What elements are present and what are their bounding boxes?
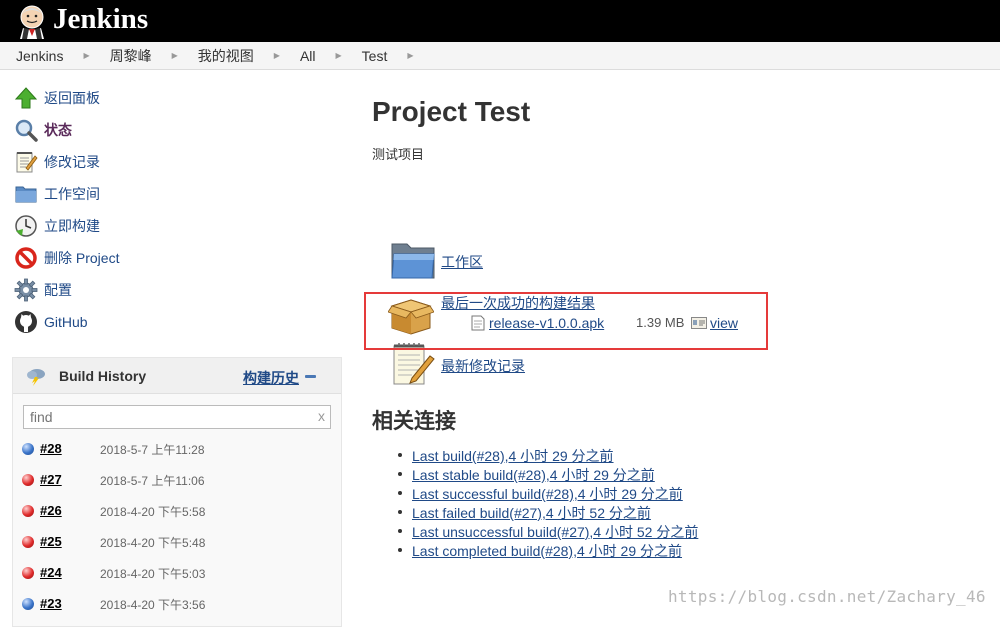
list-item: Last completed build(#28),4 小时 29 分之前 bbox=[396, 541, 698, 560]
build-date[interactable]: 2018-4-20 下午3:56 bbox=[100, 596, 205, 613]
task-changes[interactable]: 修改记录 bbox=[14, 150, 100, 174]
build-row: #25 2018-4-20 下午5:48 bbox=[13, 527, 341, 558]
task-workspace[interactable]: 工作空间 bbox=[14, 182, 100, 206]
list-item: Last successful build(#28),4 小时 29 分之前 bbox=[396, 484, 698, 503]
task-label: 状态 bbox=[44, 122, 72, 138]
weather-storm-icon bbox=[27, 369, 45, 386]
brand-title[interactable]: Jenkins bbox=[53, 3, 148, 36]
build-number-link[interactable]: #26 bbox=[40, 503, 62, 518]
status-ball-icon[interactable] bbox=[22, 474, 34, 486]
task-label: 返回面板 bbox=[44, 90, 100, 106]
build-number-link[interactable]: #27 bbox=[40, 472, 62, 487]
permalink-last-failed[interactable]: Last failed build(#27),4 小时 52 分之前 bbox=[412, 505, 651, 521]
build-history-title: Build History bbox=[59, 368, 147, 384]
build-row: #28 2018-5-7 上午11:28 bbox=[13, 434, 341, 465]
breadcrumb-all[interactable]: All bbox=[300, 48, 316, 64]
build-number-link[interactable]: #23 bbox=[40, 596, 62, 611]
collapse-minus-icon[interactable] bbox=[305, 375, 316, 378]
task-github[interactable]: GitHub bbox=[14, 310, 88, 334]
task-back-to-dashboard[interactable]: 返回面板 bbox=[14, 86, 100, 110]
build-search-box: x bbox=[23, 405, 331, 429]
permalink-last-unsuccessful[interactable]: Last unsuccessful build(#27),4 小时 52 分之前 bbox=[412, 524, 698, 540]
task-label: 删除 Project bbox=[44, 250, 120, 266]
build-date[interactable]: 2018-5-7 上午11:06 bbox=[100, 472, 205, 489]
build-number-link[interactable]: #25 bbox=[40, 534, 62, 549]
list-item: Last unsuccessful build(#27),4 小时 52 分之前 bbox=[396, 522, 698, 541]
breadcrumb-user[interactable]: 周黎峰 bbox=[110, 46, 152, 66]
watermark-text: https://blog.csdn.net/Zachary_46 bbox=[668, 587, 986, 606]
folder-icon bbox=[15, 186, 37, 203]
github-icon bbox=[15, 311, 37, 333]
chevron-right-icon[interactable]: ▶ bbox=[336, 51, 342, 60]
build-row: #23 2018-4-20 下午3:56 bbox=[13, 589, 341, 620]
list-item: Last build(#28),4 小时 29 分之前 bbox=[396, 446, 698, 465]
task-label: 配置 bbox=[44, 282, 72, 298]
clear-search-icon[interactable]: x bbox=[318, 408, 325, 424]
breadcrumb-jenkins[interactable]: Jenkins bbox=[16, 48, 63, 64]
chevron-right-icon[interactable]: ▶ bbox=[274, 51, 280, 60]
status-ball-icon[interactable] bbox=[22, 598, 34, 610]
workspace-link[interactable]: 工作区 bbox=[441, 252, 483, 272]
build-date[interactable]: 2018-4-20 下午5:03 bbox=[100, 565, 205, 582]
build-date[interactable]: 2018-4-20 下午5:58 bbox=[100, 503, 205, 520]
highlight-annotation-box bbox=[364, 292, 768, 350]
chevron-right-icon[interactable]: ▶ bbox=[83, 51, 89, 60]
folder-icon[interactable] bbox=[390, 238, 436, 284]
clock-build-icon bbox=[15, 215, 37, 237]
status-ball-icon[interactable] bbox=[22, 505, 34, 517]
build-trend-link[interactable]: 构建历史 bbox=[243, 368, 299, 388]
jenkins-butler-icon[interactable] bbox=[14, 3, 50, 39]
breadcrumb-my-view[interactable]: 我的视图 bbox=[198, 46, 254, 66]
permalinks-list: Last build(#28),4 小时 29 分之前 Last stable … bbox=[396, 446, 698, 560]
task-label: 工作空间 bbox=[44, 186, 100, 202]
status-ball-icon[interactable] bbox=[22, 443, 34, 455]
build-row: #24 2018-4-20 下午5:03 bbox=[13, 558, 341, 589]
breadcrumb: Jenkins ▶ 周黎峰 ▶ 我的视图 ▶ All ▶ Test ▶ bbox=[0, 42, 1000, 70]
project-description: 测试项目 bbox=[372, 147, 425, 162]
permalink-last-build[interactable]: Last build(#28),4 小时 29 分之前 bbox=[412, 448, 614, 464]
breadcrumb-test[interactable]: Test bbox=[362, 48, 388, 64]
task-status[interactable]: 状态 bbox=[14, 118, 72, 142]
page-title: Project Test bbox=[372, 96, 531, 127]
recent-changes-link[interactable]: 最新修改记录 bbox=[441, 356, 525, 376]
build-number-link[interactable]: #24 bbox=[40, 565, 62, 580]
build-date[interactable]: 2018-4-20 下午5:48 bbox=[100, 534, 205, 551]
task-label: 修改记录 bbox=[44, 154, 100, 170]
list-item: Last failed build(#27),4 小时 52 分之前 bbox=[396, 503, 698, 522]
task-delete-project[interactable]: 删除 Project bbox=[14, 246, 119, 270]
list-item: Last stable build(#28),4 小时 29 分之前 bbox=[396, 465, 698, 484]
build-search-input[interactable] bbox=[24, 406, 304, 428]
page-header: Jenkins bbox=[0, 0, 1000, 42]
status-ball-icon[interactable] bbox=[22, 536, 34, 548]
task-label: GitHub bbox=[44, 314, 88, 330]
notepad-icon bbox=[16, 152, 38, 173]
build-history-header: Build History 构建历史 bbox=[13, 358, 341, 394]
permalink-last-stable[interactable]: Last stable build(#28),4 小时 29 分之前 bbox=[412, 467, 655, 483]
status-ball-icon[interactable] bbox=[22, 567, 34, 579]
build-date[interactable]: 2018-5-7 上午11:28 bbox=[100, 441, 205, 458]
permalink-last-completed[interactable]: Last completed build(#28),4 小时 29 分之前 bbox=[412, 543, 682, 559]
build-history-panel: Build History 构建历史 x #28 2018-5-7 上午11:2… bbox=[12, 357, 342, 627]
magnifier-icon bbox=[15, 119, 38, 142]
chevron-right-icon[interactable]: ▶ bbox=[407, 51, 413, 60]
build-row: #27 2018-5-7 上午11:06 bbox=[13, 465, 341, 496]
gear-icon bbox=[14, 278, 38, 302]
build-row: #26 2018-4-20 下午5:58 bbox=[13, 496, 341, 527]
no-entry-icon bbox=[15, 247, 37, 269]
chevron-right-icon[interactable]: ▶ bbox=[172, 51, 178, 60]
up-arrow-icon bbox=[14, 87, 38, 109]
task-label: 立即构建 bbox=[44, 218, 100, 234]
build-number-link[interactable]: #28 bbox=[40, 441, 62, 456]
permalink-last-successful[interactable]: Last successful build(#28),4 小时 29 分之前 bbox=[412, 486, 683, 502]
task-build-now[interactable]: 立即构建 bbox=[14, 214, 100, 238]
task-configure[interactable]: 配置 bbox=[14, 278, 72, 302]
related-links-heading: 相关连接 bbox=[372, 410, 456, 433]
